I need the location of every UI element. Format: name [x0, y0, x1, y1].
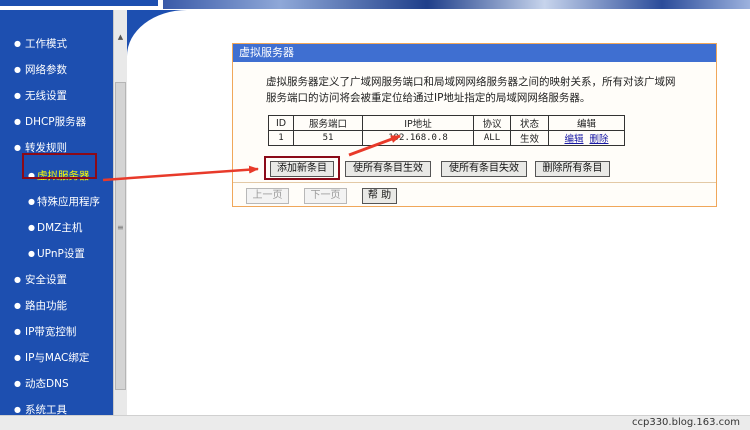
- sidebar-item-label: IP带宽控制: [25, 326, 77, 338]
- sidebar-item-dhcp[interactable]: ● DHCP服务器: [0, 111, 113, 133]
- cell-status: 生效: [510, 130, 549, 146]
- cell-port: 51: [293, 130, 363, 146]
- virtual-server-panel: 虚拟服务器 虚拟服务器定义了广域网服务端口和局域网网络服务器之间的映射关系，所有…: [232, 43, 717, 207]
- sidebar-item-security[interactable]: ● 安全设置: [0, 269, 113, 291]
- sidebar-item-ip-mac-binding[interactable]: ● IP与MAC绑定: [0, 347, 113, 369]
- cell-ip: 192.168.0.8: [362, 130, 474, 146]
- cell-id: 1: [268, 130, 294, 146]
- enable-all-button[interactable]: 使所有条目生效: [345, 161, 431, 177]
- add-entry-button[interactable]: 添加新条目: [270, 161, 334, 177]
- bullet-icon: ●: [14, 91, 21, 100]
- sidebar-item-routing[interactable]: ● 路由功能: [0, 295, 113, 317]
- next-page-button[interactable]: 下一页: [304, 188, 347, 204]
- sidebar-item-label: 网络参数: [25, 64, 67, 76]
- sidebar-item-label: DHCP服务器: [25, 116, 87, 128]
- cell-protocol: ALL: [473, 130, 511, 146]
- scroll-thumb[interactable]: [115, 82, 126, 390]
- sidebar-item-wireless[interactable]: ● 无线设置: [0, 85, 113, 107]
- col-header-edit: 编辑: [548, 115, 625, 131]
- banner-left-strip: [0, 0, 158, 6]
- highlight-box-virtual-server: [22, 153, 97, 179]
- sidebar-item-work-mode[interactable]: ● 工作模式: [0, 33, 113, 55]
- sidebar-item-label: 动态DNS: [25, 378, 69, 390]
- bullet-icon: ●: [28, 197, 35, 206]
- sidebar-item-label: 特殊应用程序: [37, 196, 100, 208]
- sidebar-item-ddns[interactable]: ● 动态DNS: [0, 373, 113, 395]
- scroll-grip-icon: ≡: [117, 223, 124, 232]
- disable-all-button[interactable]: 使所有条目失效: [441, 161, 527, 177]
- top-banner: [0, 0, 750, 10]
- help-button[interactable]: 帮 助: [362, 188, 397, 204]
- sidebar-item-special-apps[interactable]: ● 特殊应用程序: [0, 191, 113, 213]
- bullet-icon: ●: [28, 223, 35, 232]
- banner-image: [163, 0, 750, 9]
- col-header-status: 状态: [510, 115, 549, 131]
- bullet-icon: ●: [14, 379, 21, 388]
- bullet-icon: ●: [14, 143, 21, 152]
- description-line: 虚拟服务器定义了广域网服务端口和局域网网络服务器之间的映射关系，所有对该广域网: [266, 76, 676, 88]
- panel-divider: [233, 182, 716, 183]
- scroll-up-icon[interactable]: ▲: [114, 30, 127, 44]
- watermark: ccp330.blog.163.com: [631, 417, 740, 428]
- sidebar-item-upnp[interactable]: ● UPnP设置: [0, 243, 113, 265]
- prev-page-button[interactable]: 上一页: [246, 188, 289, 204]
- panel-title: 虚拟服务器: [233, 44, 716, 62]
- table-header-row: ID 服务端口 IP地址 协议 状态 编辑: [268, 115, 625, 131]
- cell-actions: 编辑 删除: [548, 130, 625, 146]
- bullet-icon: ●: [14, 301, 21, 310]
- virtual-server-table: ID 服务端口 IP地址 协议 状态 编辑 1 51 192.168.0.8 A…: [268, 115, 625, 146]
- table-row: 1 51 192.168.0.8 ALL 生效 编辑 删除: [268, 130, 625, 146]
- col-header-protocol: 协议: [473, 115, 511, 131]
- sidebar-scrollbar[interactable]: ▲ ≡ ▼: [113, 10, 127, 430]
- bullet-icon: ●: [14, 65, 21, 74]
- bullet-icon: ●: [14, 39, 21, 48]
- panel-description: 虚拟服务器定义了广域网服务端口和局域网网络服务器之间的映射关系，所有对该广域网 …: [266, 74, 696, 106]
- edit-link[interactable]: 编辑: [564, 134, 583, 145]
- sidebar-item-bandwidth[interactable]: ● IP带宽控制: [0, 321, 113, 343]
- col-header-port: 服务端口: [293, 115, 363, 131]
- sidebar-item-label: 安全设置: [25, 274, 67, 286]
- sidebar-item-network[interactable]: ● 网络参数: [0, 59, 113, 81]
- delete-link[interactable]: 删除: [590, 134, 609, 145]
- sidebar-item-label: 无线设置: [25, 90, 67, 102]
- bullet-icon: ●: [14, 117, 21, 126]
- col-header-ip: IP地址: [362, 115, 474, 131]
- sidebar-item-dmz[interactable]: ● DMZ主机: [0, 217, 113, 239]
- status-bar: ccp330.blog.163.com: [0, 415, 750, 430]
- bullet-icon: ●: [28, 249, 35, 258]
- sidebar-item-label: 路由功能: [25, 300, 67, 312]
- bullet-icon: ●: [14, 327, 21, 336]
- delete-all-button[interactable]: 删除所有条目: [535, 161, 610, 177]
- bullet-icon: ●: [14, 275, 21, 284]
- sidebar-item-label: IP与MAC绑定: [25, 352, 90, 364]
- col-header-id: ID: [268, 115, 294, 131]
- description-line: 服务端口的访问将会被重定位给通过IP地址指定的局域网网络服务器。: [266, 92, 591, 104]
- bullet-icon: ●: [14, 353, 21, 362]
- content-corner: [127, 10, 197, 60]
- sidebar-item-label: DMZ主机: [37, 222, 83, 234]
- sidebar-item-label: UPnP设置: [37, 248, 85, 260]
- sidebar-item-label: 工作模式: [25, 38, 67, 50]
